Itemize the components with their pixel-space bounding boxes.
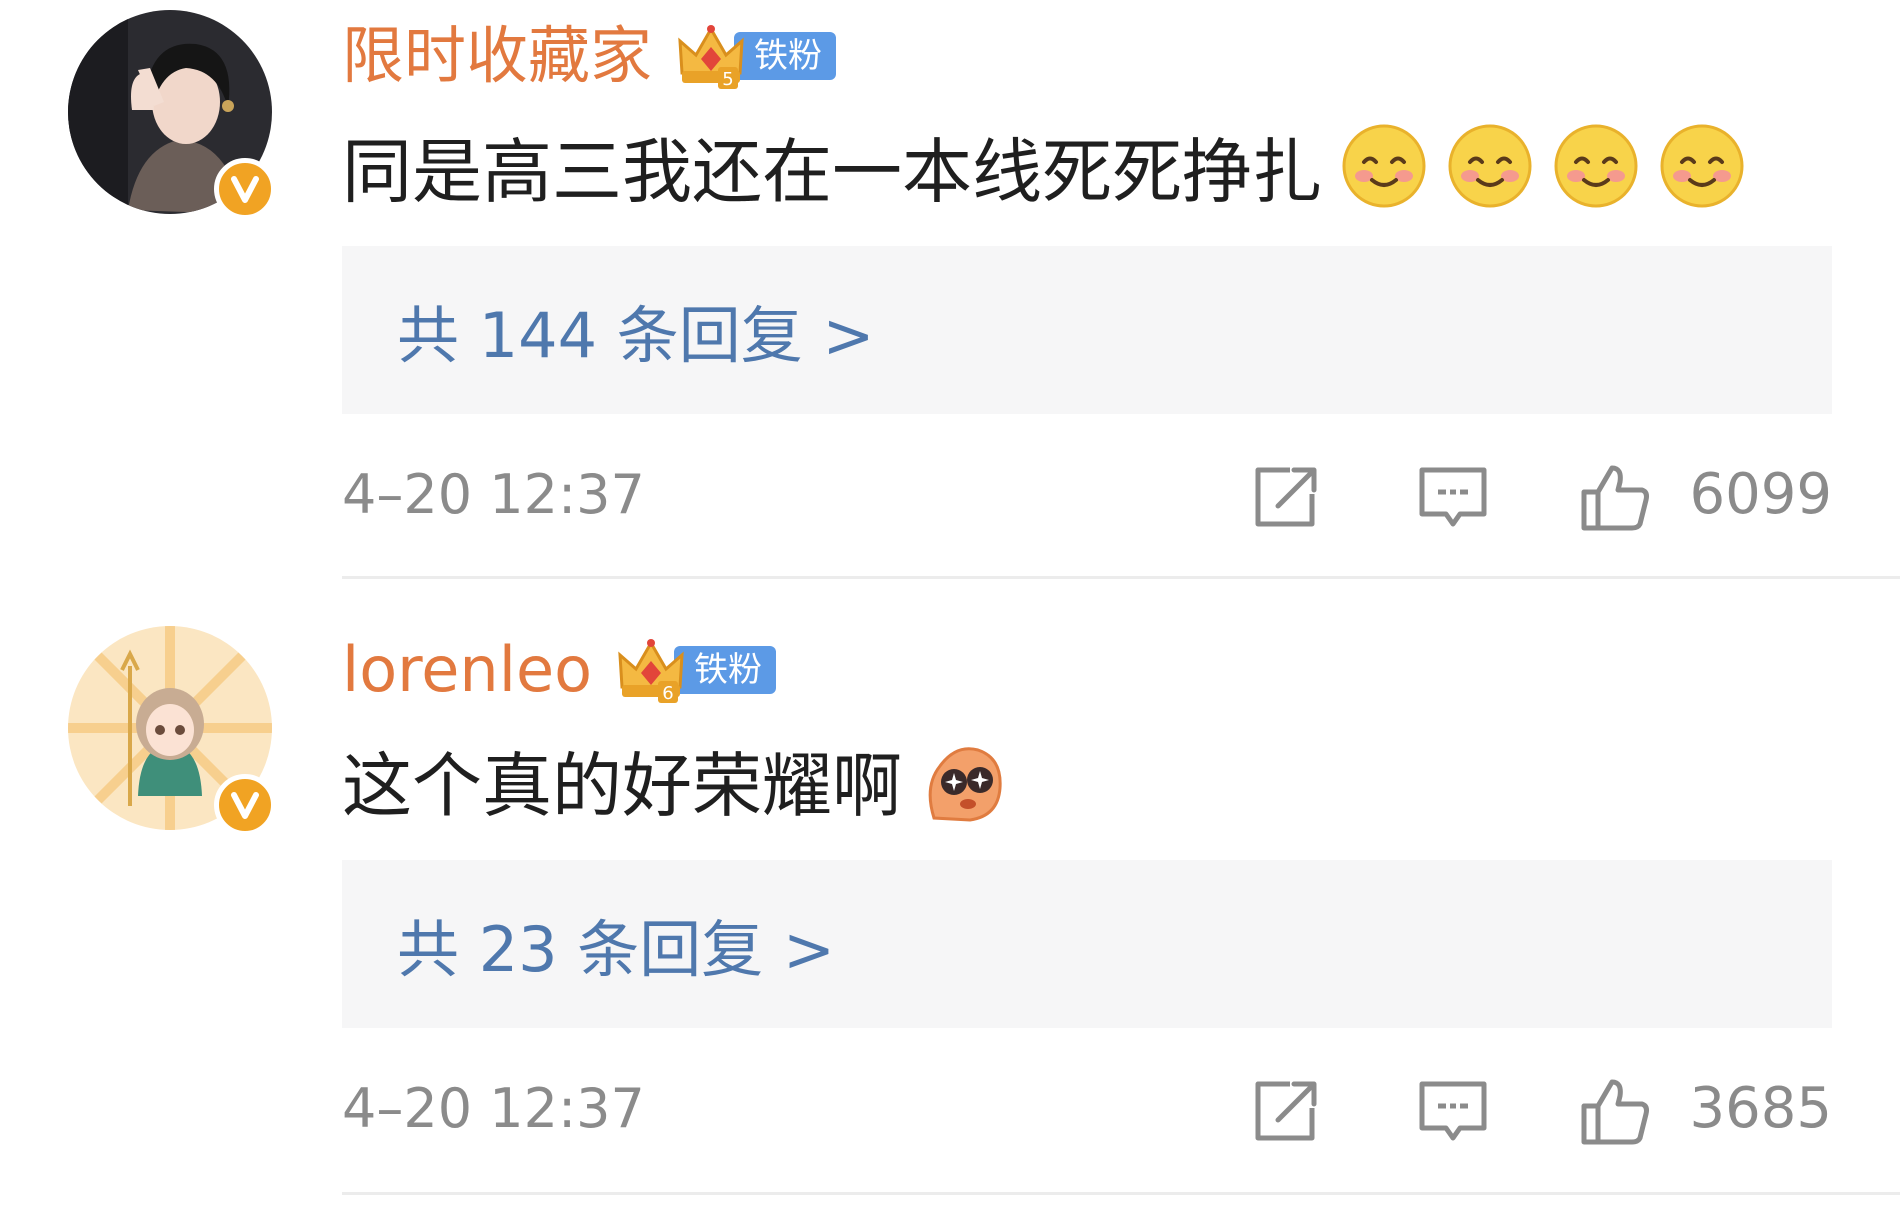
verified-v-icon [214,158,276,220]
comment-body: 同是高三我还在一本线死死挣扎 [342,130,1322,213]
comment-item: lorenleo 6 铁粉 这个真的好荣耀啊 共 23 条回复 > 4–20 1… [0,614,1900,1228]
timestamp: 4–20 12:37 [342,1077,645,1140]
starry-eyes-emoji [920,736,1008,824]
timestamp: 4–20 12:37 [342,463,645,526]
fan-badge[interactable]: 5 铁粉 [674,25,837,90]
reply-summary-box[interactable]: 共 23 条回复 > [342,860,1832,1028]
username-row: lorenleo 6 铁粉 [342,630,777,710]
divider [342,576,1900,579]
smile-emoji [1552,122,1640,210]
comment-item: 限时收藏家 5 铁粉 同是高三我还在一本线死死挣扎 共 144 条回复 > 4–… [0,0,1900,614]
comment-icon[interactable] [1416,462,1490,532]
comment-footer: 4–20 12:37 6099 [342,450,1832,540]
comment-icon[interactable] [1416,1076,1490,1146]
username[interactable]: lorenleo [342,630,592,710]
like-count: 6099 [1689,462,1832,527]
verified-v-icon [214,774,276,836]
share-icon[interactable] [1250,462,1324,532]
like-count: 3685 [1689,1076,1832,1141]
comment-text: 同是高三我还在一本线死死挣扎 [342,116,1746,216]
fan-level: 5 [722,69,733,90]
username-row: 限时收藏家 5 铁粉 [342,16,837,96]
fan-label: 铁粉 [734,32,837,80]
fan-label: 铁粉 [674,646,777,694]
crown-icon: 5 [674,21,748,91]
view-replies-link[interactable]: 共 144 条回复 > [397,285,874,375]
comment-footer: 4–20 12:37 3685 [342,1064,1832,1154]
thumbs-up-icon[interactable] [1578,1076,1652,1146]
thumbs-up-icon[interactable] [1578,462,1652,532]
fan-badge[interactable]: 6 铁粉 [614,639,777,704]
fan-level: 6 [662,683,673,704]
comment-text: 这个真的好荣耀啊 [342,730,1008,830]
share-icon[interactable] [1250,1076,1324,1146]
crown-icon: 6 [614,635,688,705]
smile-emoji [1446,122,1534,210]
reply-summary-box[interactable]: 共 144 条回复 > [342,246,1832,414]
smile-emoji [1658,122,1746,210]
comment-body: 这个真的好荣耀啊 [342,744,902,827]
divider [342,1192,1900,1195]
view-replies-link[interactable]: 共 23 条回复 > [397,899,835,989]
smile-emoji [1340,122,1428,210]
username[interactable]: 限时收藏家 [342,16,652,96]
